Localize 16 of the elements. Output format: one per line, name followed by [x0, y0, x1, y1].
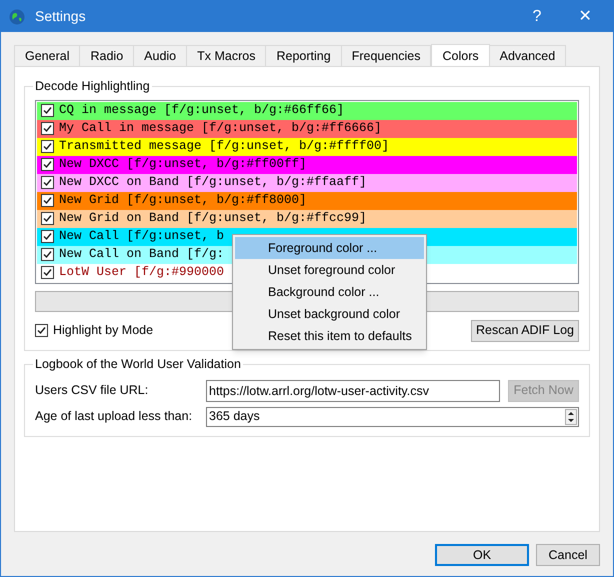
checkbox-label: Highlight by Mode: [53, 322, 154, 340]
item-label: New DXCC on Band [f/g:unset, b/g:#ffaaff]: [59, 174, 367, 192]
item-label: New Grid [f/g:unset, b/g:#ff8000]: [59, 192, 307, 210]
group-title: Logbook of the World User Validation: [34, 356, 242, 373]
item-label: My Call in message [f/g:unset, b/g:#ff6666]: [59, 120, 382, 138]
item-label: Transmitted message [f/g:unset, b/g:#ffff00]: [59, 138, 390, 156]
item-label: CQ in message [f/g:unset, b/g:#66ff66]: [59, 102, 344, 120]
item-label: New DXCC [f/g:unset, b/g:#ff00ff]: [59, 156, 307, 174]
item-label: New Call [f/g:unset, b: [59, 228, 224, 246]
item-label: New Call on Band [f/g:: [59, 246, 224, 264]
field-label: Users CSV file URL:: [35, 382, 150, 400]
item-label: LotW User [f/g:#990000: [59, 264, 224, 282]
window-title: Settings: [35, 7, 87, 26]
group-title: Decode Highlightling: [34, 78, 151, 95]
item-label: New Grid on Band [f/g:unset, b/g:#ffcc99]: [59, 210, 367, 228]
field-label: Age of last upload less than:: [35, 408, 194, 426]
